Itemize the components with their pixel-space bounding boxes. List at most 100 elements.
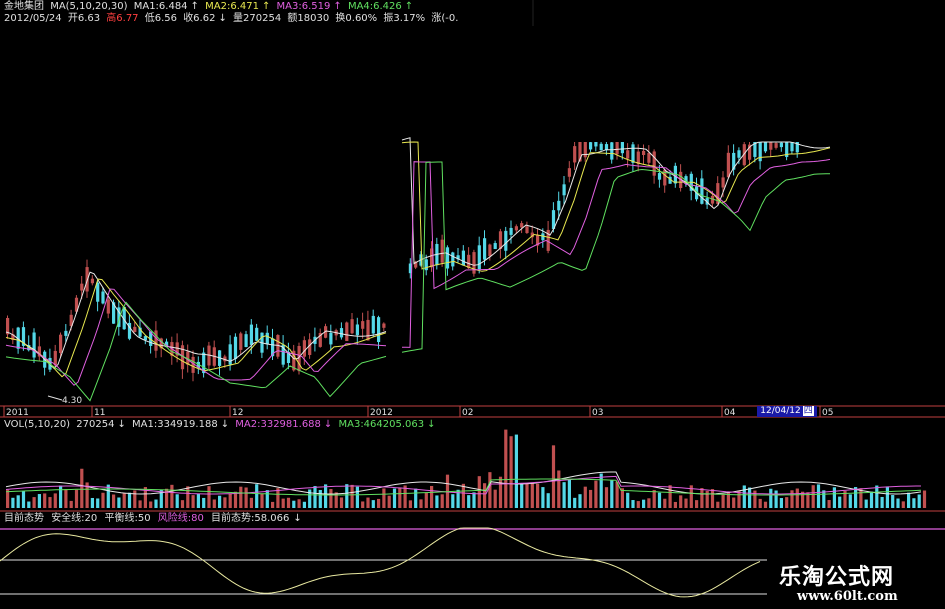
volume-bar xyxy=(748,487,752,508)
volume-bar xyxy=(742,485,746,508)
quote-low: 低6.56 xyxy=(144,13,177,24)
volume-bar xyxy=(647,498,651,508)
stock-name: 金地集团 xyxy=(4,1,44,12)
vol-label: VOL(5,10,20) xyxy=(4,419,71,430)
candle-body xyxy=(790,142,794,152)
candle-body xyxy=(700,178,704,204)
volume-bar xyxy=(339,497,344,508)
volume-bar xyxy=(196,493,200,508)
volume-bar xyxy=(154,499,158,508)
volume-bar xyxy=(684,498,688,508)
volume-bar xyxy=(541,487,545,508)
volume-header: VOL(5,10,20) 270254 ↓ MA1:334919.188 ↓ MA2… xyxy=(4,419,439,431)
candle-body xyxy=(191,356,195,373)
volume-bar xyxy=(313,486,317,508)
volume-bar xyxy=(663,498,667,508)
candle-body xyxy=(467,254,471,269)
candle-body xyxy=(779,142,783,148)
volume-bar xyxy=(64,489,68,508)
volume-bar xyxy=(917,494,921,508)
candle-body xyxy=(80,283,84,291)
volume-bar xyxy=(419,499,423,508)
volume-bar xyxy=(74,489,79,508)
quote-amount: 额18030 xyxy=(287,13,330,24)
volume-bar xyxy=(382,488,386,508)
volume-bar xyxy=(763,501,768,508)
candle-body xyxy=(642,150,646,156)
candle-body xyxy=(361,321,365,329)
watermark: 乐淘公式网 www.60lt.com xyxy=(767,555,945,609)
volume-bar xyxy=(6,489,10,508)
candle-body xyxy=(244,334,248,348)
volume-bar xyxy=(880,496,884,508)
candle-body xyxy=(377,317,381,343)
candle-body xyxy=(350,319,354,334)
volume-bar xyxy=(891,495,895,508)
candle-body xyxy=(64,330,68,336)
volume-bar xyxy=(848,494,852,508)
volume-bar xyxy=(801,491,805,508)
volume-bar xyxy=(318,489,322,508)
volume-bar xyxy=(90,497,94,508)
volume-bar xyxy=(907,492,911,508)
vol-ma3-arrow: ↓ xyxy=(427,419,436,430)
ma1-arrow: ↑ xyxy=(190,1,199,12)
price-header-line2: 2012/05/24 开6.63 高6.77 低6.56 收6.62 ↓ 量270… xyxy=(4,13,461,25)
volume-bar xyxy=(228,493,232,508)
candle-body xyxy=(96,282,100,302)
volume-bar xyxy=(398,487,402,508)
candle-body xyxy=(758,142,762,162)
volume-bar xyxy=(573,497,577,508)
quote-open: 开6.63 xyxy=(67,13,101,24)
volume-bar xyxy=(769,488,773,508)
risk-line-label: 风险线:80 xyxy=(157,513,204,524)
candle-body xyxy=(461,250,465,266)
volume-bar xyxy=(673,501,677,508)
candle-body xyxy=(610,142,614,160)
volume-bar xyxy=(864,499,868,508)
ma1-text: MA1:6.484 xyxy=(133,1,188,12)
candle-body xyxy=(647,152,651,163)
volume-bar xyxy=(350,484,354,508)
candle-body xyxy=(477,245,481,270)
volume-bar xyxy=(652,490,656,508)
candle-body xyxy=(445,247,450,269)
volume-bar xyxy=(562,482,566,508)
volume-bar xyxy=(32,497,36,508)
indicator-current-arrow: ↓ xyxy=(293,513,302,524)
ma4-arrow: ↑ xyxy=(404,1,414,12)
min-price-label: 4.30 xyxy=(62,396,82,406)
candle-body xyxy=(652,151,656,176)
volume-bar xyxy=(467,495,471,508)
volume-bar xyxy=(514,434,518,508)
volume-bar xyxy=(525,482,529,508)
candle-body xyxy=(493,243,497,250)
volume-bar xyxy=(695,500,699,508)
volume-bar xyxy=(191,495,195,508)
volume-bar xyxy=(255,484,259,508)
vol-ma3: MA3:464205.063 ↓ xyxy=(338,419,435,430)
candle-body xyxy=(573,146,577,163)
x-axis-label: 03 xyxy=(592,408,603,418)
vol-ma1: MA1:334919.188 ↓ xyxy=(132,419,229,430)
volume-bar xyxy=(912,498,916,508)
volume-bar xyxy=(345,484,349,508)
volume-bar xyxy=(557,470,561,508)
quote-turnover: 换0.60% xyxy=(335,13,378,24)
watermark-url: www.60lt.com xyxy=(797,589,898,604)
volume-bar xyxy=(620,488,624,508)
volume-bar xyxy=(408,500,412,508)
volume-bar xyxy=(387,495,391,508)
volume-bar xyxy=(392,488,397,508)
watermark-title: 乐淘公式网 xyxy=(779,565,895,590)
volume-bar xyxy=(324,484,328,508)
close-text: 收6.62 xyxy=(183,13,216,24)
cursor-weekday: 四 xyxy=(802,406,814,416)
candle-body xyxy=(265,332,269,345)
ma3-text: MA3:6.519 xyxy=(276,1,331,12)
candle-body xyxy=(631,144,635,163)
x-axis-label: 2011 xyxy=(6,408,29,418)
volume-bar xyxy=(451,494,455,508)
candle-body xyxy=(101,291,105,304)
volume-bar xyxy=(122,493,126,508)
